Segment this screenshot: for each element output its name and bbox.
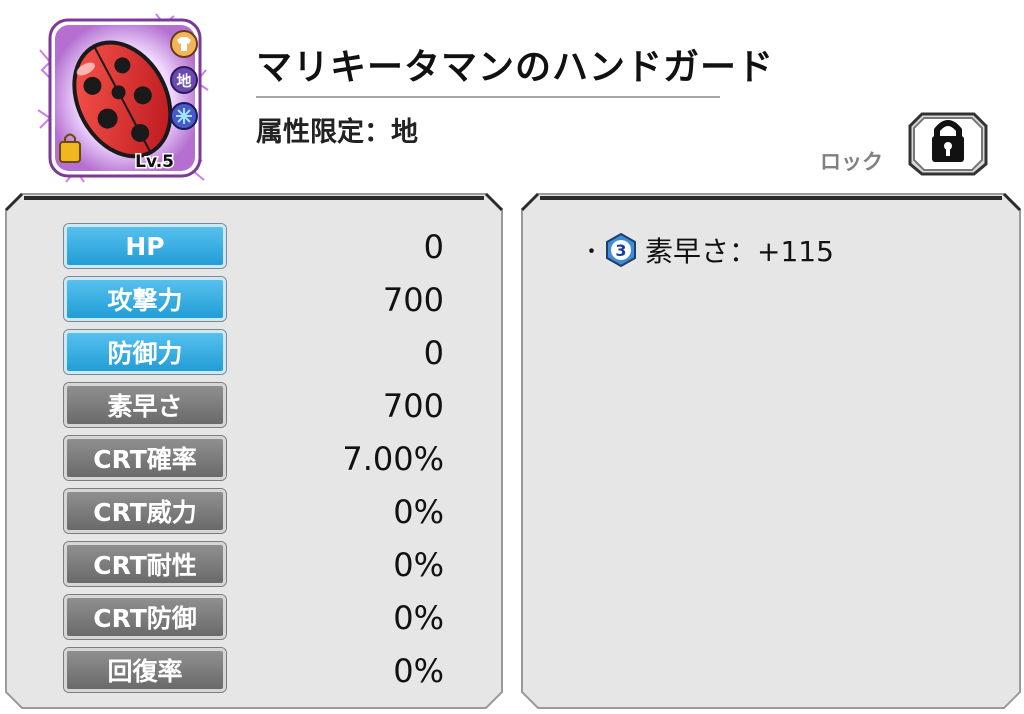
options-panel: ･ 3 素早さ：+115 — [520, 192, 1022, 710]
stat-row: CRT確率 7.00% — [64, 436, 464, 482]
stat-row: 防御力 0 — [64, 330, 464, 376]
earth-element-icon: 地 — [170, 66, 198, 94]
stat-value: 0% — [393, 652, 444, 690]
stat-row: 回復率 0% — [64, 648, 464, 694]
option-bullet: ･ — [586, 240, 598, 265]
attribute-limit-text: 属性限定：地 — [256, 117, 418, 148]
item-name: マリキータマンのハンドガード — [256, 47, 775, 88]
stat-row: CRT防御 0% — [64, 595, 464, 641]
stat-value: 0% — [393, 493, 444, 531]
stats-panel: HP 0 攻撃力 700 防御力 0 素早さ 700 CRT確率 7.00% CRT威力 0% CRT耐… — [4, 192, 504, 710]
stat-value: 7.00% — [342, 440, 444, 478]
option-row: ･ 3 素早さ：+115 — [586, 230, 834, 270]
stat-label: 回復率 — [64, 648, 226, 692]
stat-label: CRT耐性 — [64, 542, 226, 586]
stat-label: HP — [64, 224, 226, 268]
speed-skill-icon — [170, 102, 198, 130]
stat-row: CRT威力 0% — [64, 489, 464, 535]
armor-type-icon — [170, 30, 198, 58]
item-icon[interactable]: 地 Lv.5 — [36, 10, 212, 186]
stat-label: 素早さ — [64, 383, 226, 427]
rank-3-icon: 3 — [606, 232, 637, 268]
stat-value: 0% — [393, 599, 444, 637]
stat-value: 0 — [423, 334, 444, 372]
stat-value: 700 — [382, 281, 444, 319]
lock-button[interactable] — [908, 108, 988, 178]
item-level: Lv.5 — [135, 152, 174, 172]
stat-row: 攻撃力 700 — [64, 277, 464, 323]
equipment-detail-screen: 地 Lv.5 マリキータマンのハンドガード 属性限定：地 ロック HP 0 攻撃… — [0, 0, 1024, 714]
svg-text:地: 地 — [176, 72, 191, 90]
stat-value: 700 — [382, 387, 444, 425]
stat-label: CRT確率 — [64, 436, 226, 480]
padlock-icon — [908, 112, 988, 176]
stat-label: 防御力 — [64, 330, 226, 374]
stat-label: CRT威力 — [64, 489, 226, 533]
stat-label: 攻撃力 — [64, 277, 226, 321]
stat-row: 素早さ 700 — [64, 383, 464, 429]
lock-label: ロック — [820, 150, 883, 174]
stat-value: 0 — [423, 228, 444, 266]
name-divider — [256, 96, 720, 98]
stat-value: 0% — [393, 546, 444, 584]
option-rank: 3 — [615, 241, 626, 260]
option-text: 素早さ：+115 — [645, 235, 834, 268]
stat-row: HP 0 — [64, 224, 464, 270]
stat-label: CRT防御 — [64, 595, 226, 639]
stat-row: CRT耐性 0% — [64, 542, 464, 588]
ladybug-handguard-icon: 地 Lv.5 — [37, 13, 209, 183]
